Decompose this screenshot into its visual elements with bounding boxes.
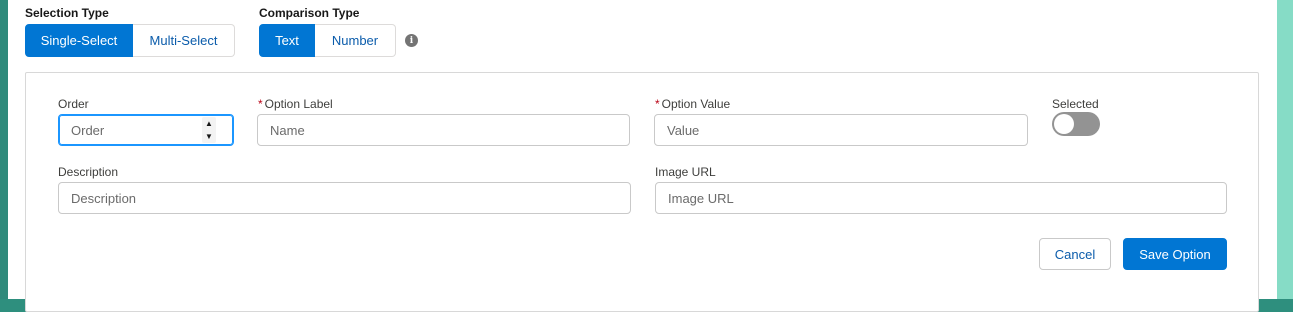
page-edge-right — [1277, 0, 1293, 299]
image-url-input[interactable] — [655, 182, 1227, 214]
option-value-label: * Option Value — [655, 97, 730, 111]
option-form-card: Order ▲ ▼ *Option Label *Option Value Se… — [25, 72, 1259, 312]
text-button[interactable]: Text — [259, 24, 315, 57]
selection-type-label: Selection Type — [25, 6, 109, 20]
page-edge-left — [0, 0, 8, 299]
order-stepper[interactable]: ▲ ▼ — [202, 117, 216, 143]
number-button[interactable]: Number — [315, 24, 396, 57]
toggle-knob — [1054, 114, 1074, 134]
order-label: Order — [58, 97, 89, 111]
option-label-text: Option Label — [264, 97, 333, 111]
option-value-input[interactable] — [654, 114, 1028, 146]
option-label-label: * Option Label — [258, 97, 333, 111]
increment-arrow-icon[interactable]: ▲ — [205, 117, 213, 130]
option-label-input[interactable] — [257, 114, 630, 146]
comparison-type-button-group: Text Number — [259, 24, 396, 57]
required-marker: * — [258, 97, 263, 111]
selected-toggle[interactable] — [1052, 112, 1100, 136]
description-input[interactable] — [58, 182, 631, 214]
options-panel: Selection Type Single-Select Multi-Selec… — [8, 0, 1277, 312]
multi-select-button[interactable]: Multi-Select — [133, 24, 235, 57]
comparison-type-label: Comparison Type — [259, 6, 360, 20]
save-option-button[interactable]: Save Option — [1123, 238, 1227, 270]
required-marker: * — [655, 97, 660, 111]
info-icon[interactable]: i — [405, 34, 418, 47]
option-value-text: Option Value — [661, 97, 731, 111]
single-select-button[interactable]: Single-Select — [25, 24, 133, 57]
selected-label: Selected — [1052, 97, 1099, 111]
decrement-arrow-icon[interactable]: ▼ — [205, 130, 213, 143]
image-url-label: Image URL — [655, 165, 716, 179]
description-label: Description — [58, 165, 119, 179]
selection-type-button-group: Single-Select Multi-Select — [25, 24, 235, 57]
cancel-button[interactable]: Cancel — [1039, 238, 1111, 270]
